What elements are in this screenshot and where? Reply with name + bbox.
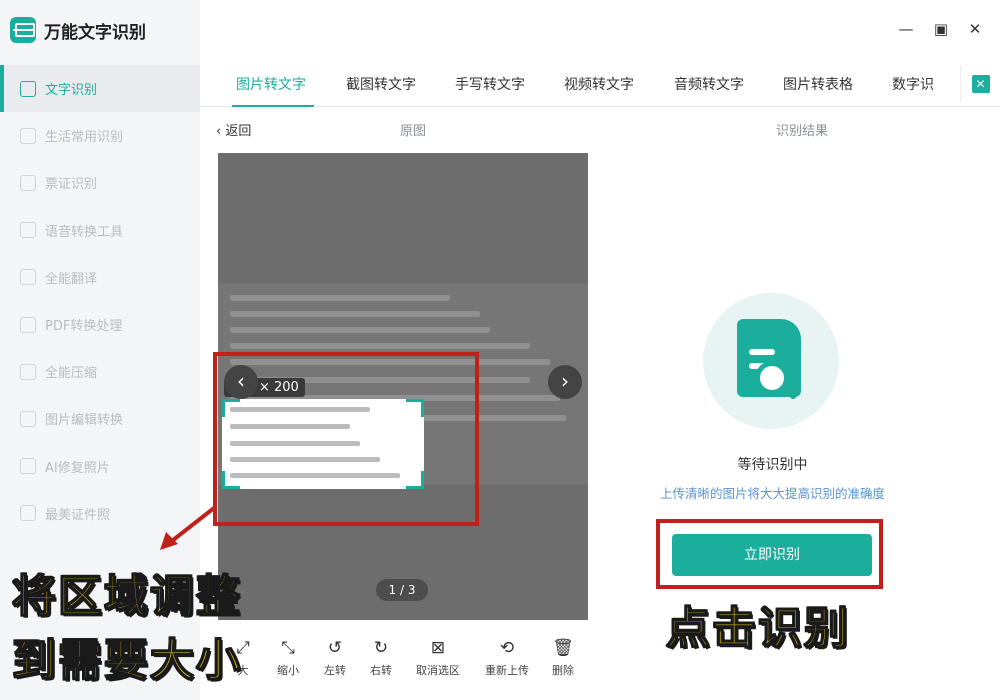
tool-label: 重新上传 (485, 664, 529, 677)
scanner-logo-icon (10, 17, 36, 43)
annotation-box-selection (213, 352, 479, 526)
tab-image-to-text[interactable]: 图片转文字 (236, 74, 306, 94)
tab-screenshot-to-text[interactable]: 截图转文字 (346, 74, 416, 94)
sidebar-item-text-recognition[interactable]: 文字识别 (0, 65, 200, 113)
annotation-box-button (656, 519, 883, 589)
text-line (230, 327, 490, 333)
text-line (230, 311, 480, 317)
close-button[interactable]: ✕ (963, 20, 987, 38)
tool-label: 左转 (324, 664, 346, 677)
voice-icon (20, 222, 36, 239)
sidebar-item-certificate-recognition[interactable]: 票证识别 (0, 159, 200, 206)
minimize-button[interactable]: — (894, 20, 918, 38)
sidebar-item-label: 票证识别 (45, 177, 98, 193)
app-logo: 万能文字识别 (10, 17, 146, 43)
sidebar-item-image-edit[interactable]: 图片编辑转换 (0, 395, 200, 442)
rotate-left-button[interactable]: ↺ 左转 (310, 638, 360, 678)
image-toolbar: ⤢ 大 ⤡ 缩小 ↺ 左转 ↻ 右转 ⊠ 取消选区 ⟲ 重新上传 🗑 删除 (218, 622, 588, 700)
id-photo-icon (20, 505, 36, 522)
text-line (230, 343, 530, 349)
reupload-button[interactable]: ⟲ 重新上传 (482, 638, 532, 678)
sidebar-item-ai-repair[interactable]: AI修复照片 (0, 443, 200, 490)
tool-label: 缩小 (277, 664, 299, 677)
cancel-selection-button[interactable]: ⊠ 取消选区 (413, 638, 463, 678)
photo-repair-icon (20, 458, 36, 475)
feature-tabs: 图片转文字 截图转文字 手写转文字 视频转文字 音频转文字 图片转表格 数字识 … (200, 62, 1000, 107)
delete-icon: 🗑 (552, 638, 574, 658)
tab-digital-recognition[interactable]: 数字识 (892, 74, 934, 94)
text-line (230, 295, 450, 301)
status-text: 等待识别中 (737, 457, 808, 473)
chevron-right-icon: › (561, 369, 569, 393)
sidebar-item-label: 最美证件照 (45, 507, 111, 523)
compress-icon (20, 363, 36, 380)
tab-handwriting-to-text[interactable]: 手写转文字 (455, 74, 525, 94)
sidebar-item-label: 文字识别 (45, 83, 98, 99)
sidebar-item-label: 生活常用识别 (45, 130, 124, 146)
page-indicator: 1 / 3 (376, 579, 428, 601)
image-edit-icon (20, 410, 36, 427)
close-icon: ✕ (971, 75, 990, 93)
sidebar-nav: 文字识别 生活常用识别 票证识别 语音转换工具 全能翻译 PDF转换处理 全能压… (0, 65, 200, 537)
tool-label: 取消选区 (416, 664, 460, 677)
sidebar-item-label: 全能翻译 (45, 271, 98, 287)
cancel-selection-icon: ⊠ (430, 638, 446, 658)
chevron-left-icon: ‹ (216, 124, 226, 139)
sidebar-item-label: 全能压缩 (45, 366, 98, 382)
magnifier-icon (755, 361, 789, 395)
rotate-left-icon: ↺ (327, 638, 343, 658)
delete-button[interactable]: 🗑 删除 (538, 638, 588, 678)
sidebar-item-voice-tools[interactable]: 语音转换工具 (0, 207, 200, 254)
original-label: 原图 (400, 124, 427, 139)
sidebar-item-label: AI修复照片 (45, 460, 110, 476)
zoom-out-button[interactable]: ⤡ 缩小 (263, 638, 313, 678)
tabs-more-button[interactable]: ✕ (960, 66, 1000, 102)
scan-icon (20, 80, 36, 97)
tool-label: 删除 (552, 664, 574, 677)
sidebar-item-label: PDF转换处理 (45, 319, 123, 335)
sidebar-item-compress[interactable]: 全能压缩 (0, 348, 200, 395)
sidebar-item-label: 图片编辑转换 (45, 413, 124, 429)
app-title: 万能文字识别 (44, 22, 146, 43)
tab-audio-to-text[interactable]: 音频转文字 (674, 74, 744, 94)
rotate-right-icon: ↻ (373, 638, 389, 658)
tab-video-to-text[interactable]: 视频转文字 (564, 74, 634, 94)
content-subheader: ‹ 返回 原图 识别结果 (200, 108, 1000, 148)
annotation-text-adjust-1: 将区域调整 (11, 570, 242, 623)
scan-icon (20, 127, 36, 144)
annotation-arrow-icon (160, 506, 216, 550)
annotation-text-click: 点击识别 (665, 602, 850, 655)
translate-icon (20, 269, 36, 286)
zoom-out-icon: ⤡ (281, 638, 295, 658)
back-button[interactable]: ‹ 返回 (216, 120, 251, 139)
sidebar-item-label: 语音转换工具 (45, 224, 124, 240)
active-tab-indicator (232, 105, 314, 107)
annotation-text-adjust-2: 到需要大小 (11, 634, 242, 687)
result-label: 识别结果 (776, 124, 829, 139)
sidebar-item-daily-recognition[interactable]: 生活常用识别 (0, 112, 200, 159)
next-page-button[interactable]: › (548, 365, 582, 399)
tab-image-to-table[interactable]: 图片转表格 (783, 74, 853, 94)
maximize-button[interactable]: ▣ (929, 20, 953, 38)
scan-icon (20, 174, 36, 191)
app-window: 万能文字识别 文字识别 生活常用识别 票证识别 语音转换工具 全能翻译 PDF转… (0, 0, 1000, 700)
back-label: 返回 (225, 124, 252, 139)
waiting-illustration (703, 293, 839, 429)
pdf-icon (20, 316, 36, 333)
rotate-right-button[interactable]: ↻ 右转 (356, 638, 406, 678)
reupload-icon: ⟲ (499, 638, 515, 658)
tool-label: 右转 (370, 664, 392, 677)
sidebar-item-translate[interactable]: 全能翻译 (0, 254, 200, 301)
sidebar-item-pdf[interactable]: PDF转换处理 (0, 301, 200, 348)
hint-text: 上传清晰的图片将大大提高识别的准确度 (659, 486, 885, 501)
